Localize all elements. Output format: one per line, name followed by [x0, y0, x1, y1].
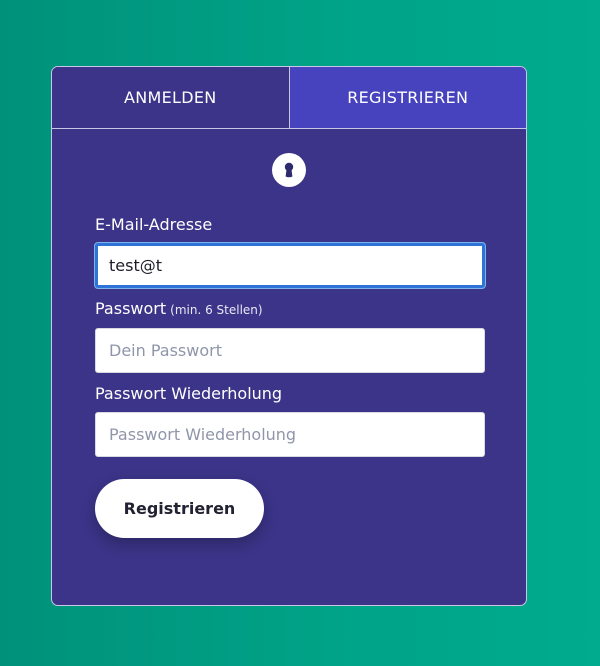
password-repeat-label: Passwort Wiederholung: [95, 384, 485, 404]
tab-login[interactable]: ANMELDEN: [52, 67, 290, 128]
password-repeat-field[interactable]: [95, 412, 485, 457]
register-form: E-Mail-Adresse Passwort(min. 6 Stellen) …: [95, 215, 485, 468]
auth-tabs: ANMELDEN REGISTRIEREN: [52, 67, 526, 129]
email-field[interactable]: [95, 243, 485, 288]
password-field-group: Passwort (min. 6 Stellen): [95, 299, 485, 373]
password-field[interactable]: [95, 328, 485, 373]
password-label: Passwort (min. 6 Stellen): [95, 299, 485, 320]
email-label-text: E-Mail-Adresse: [95, 215, 213, 234]
tab-register[interactable]: REGISTRIEREN: [289, 67, 526, 128]
email-field-group: E-Mail-Adresse: [95, 215, 485, 288]
auth-card: ANMELDEN REGISTRIEREN E-Mail-Adresse Pas…: [51, 66, 527, 606]
register-button[interactable]: Registrieren: [95, 479, 264, 538]
email-label: E-Mail-Adresse: [95, 215, 485, 235]
keyhole-icon: [272, 153, 306, 187]
password-label-text: Passwort: [95, 299, 167, 318]
password-repeat-label-text: Passwort Wiederholung: [95, 384, 283, 403]
password-hint: (min. 6 Stellen): [170, 303, 263, 317]
password-repeat-field-group: Passwort Wiederholung: [95, 384, 485, 457]
